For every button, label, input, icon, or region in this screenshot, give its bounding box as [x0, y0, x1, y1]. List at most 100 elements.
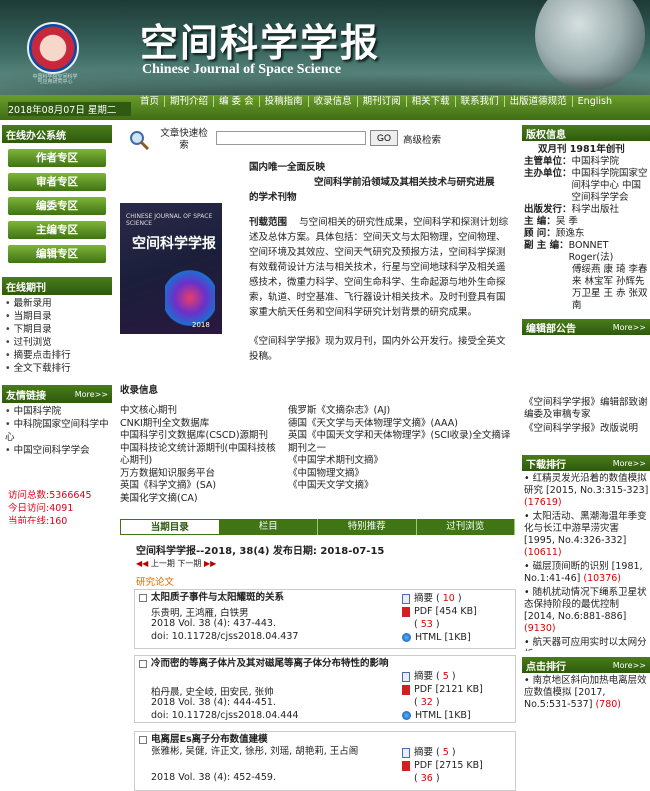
nav-subscribe[interactable]: 期刊订阅 [358, 96, 407, 107]
friend-link[interactable]: 中国科学院 [5, 405, 112, 418]
chief-editor-zone-button[interactable]: 主编专区 [8, 221, 106, 239]
html-link[interactable]: HTML [1KB] [402, 631, 512, 644]
download-item-text[interactable]: 太阳活动、黑潮海温年季变化与长江中游旱涝灾害 [1995, No.4:326-3… [524, 511, 647, 546]
link-past-issues[interactable]: 过刊浏览 [5, 336, 112, 349]
click-ranking-header: 点击排行 More>> [522, 657, 650, 673]
nav-english[interactable]: English [573, 96, 617, 107]
nav-home[interactable]: 首页 [135, 96, 166, 107]
cover-title-cn: 空间科学学报 [132, 236, 216, 252]
journal-logo[interactable] [27, 22, 79, 74]
link-download-ranking[interactable]: 全文下载排行 [5, 362, 112, 375]
total-visits: 访问总数:5366645 [8, 490, 92, 501]
link-current-issue[interactable]: 当期目录 [5, 310, 112, 323]
tab-columns[interactable]: 栏目 [220, 519, 318, 535]
download-item[interactable]: • 随机扰动情况下绳系卫星状态保持阶段的最优控制 [2014, No.6:881… [524, 587, 650, 635]
info-value: 科学出版社 [571, 204, 620, 215]
pdf-link[interactable]: PDF [2715 KB] [402, 759, 512, 772]
friend-link[interactable]: 中科院国家空间科学中心 [5, 418, 112, 444]
article-title[interactable]: 电离层Es离子分布数值建模 [151, 734, 401, 746]
download-item[interactable]: • 航天器可应用实时以太网分析 [524, 637, 650, 651]
html-link[interactable]: HTML [1KB] [402, 709, 512, 722]
download-item-text[interactable]: 随机扰动情况下绳系卫星状态保持阶段的最优控制 [2014, No.6:881-8… [524, 587, 647, 622]
download-item[interactable]: • 磁层顶间断的识别 [1981, No.1:41-46] (10376) [524, 561, 650, 585]
advanced-search-link[interactable]: 高级检索 [403, 132, 441, 146]
nav-indexing[interactable]: 收录信息 [309, 96, 358, 107]
next-issue-link[interactable]: 下一期 [177, 559, 201, 568]
download-item-text[interactable]: 红精灵发光沿着的数值模拟研究 [2015, No.3:315-323] [524, 473, 648, 496]
index-item: 英国《科学文摘》(SA) [120, 480, 217, 491]
scope-paragraph: 刊载范围 与空间相关的研究性成果，空间科学和探测计划综述及总体方案。具体包括：空… [249, 215, 514, 320]
tab-past-issues[interactable]: 过刊浏览 [417, 519, 515, 535]
link-abstract-ranking[interactable]: 摘要点击排行 [5, 349, 112, 362]
pdf-label[interactable]: PDF [2715 KB] [414, 760, 483, 771]
abstract-link[interactable]: 摘要 ( 10 ) [402, 592, 512, 605]
html-label[interactable]: HTML [1KB] [415, 710, 471, 721]
next-arrow-icon[interactable]: ▶▶ [204, 559, 216, 568]
pdf-link[interactable]: PDF [2121 KB] [402, 683, 512, 696]
abstract-link[interactable]: 摘要 ( 5 ) [402, 746, 512, 759]
info-key: 出版发行： [524, 204, 572, 215]
index-item: 德国《天文学与天体物理学文摘》(AAA) [288, 417, 458, 429]
notice-item[interactable]: 《空间科学学报》编辑部致谢编委及审稿专家 [524, 397, 650, 421]
pdf-link[interactable]: PDF [454 KB] [402, 605, 512, 618]
nav-editorial-board[interactable]: 编 委 会 [214, 96, 260, 107]
right-sidebar: 版权信息 双月刊 1981年创刊 主管单位： 中国科学院 主办单位： 中国科学院国家… [522, 125, 650, 713]
link-next-issue[interactable]: 下期目录 [5, 323, 112, 336]
tab-current-issue[interactable]: 当期目录 [120, 519, 220, 535]
click-item[interactable]: • 南京地区斜向加热电离层效应数值模拟 [2017, No.5:531-537]… [524, 675, 650, 711]
prev-issue-link[interactable]: 上一期 [151, 559, 175, 568]
nav-downloads[interactable]: 相关下载 [407, 96, 456, 107]
article-doi[interactable]: doi: 10.11728/cjss2018.04.444 [151, 710, 298, 721]
pdf-label[interactable]: PDF [454 KB] [414, 606, 477, 617]
prev-arrow-icon[interactable]: ◀◀ [136, 559, 148, 568]
today-visits: 今日访问:4091 [8, 503, 74, 514]
tab-featured[interactable]: 特别推荐 [318, 519, 417, 535]
download-ranking-more[interactable]: More>> [613, 459, 646, 468]
search-go-button[interactable]: GO [370, 130, 398, 146]
editor-zone-button[interactable]: 编辑专区 [8, 245, 106, 263]
pdf-count: 32 [420, 697, 433, 708]
current-date: 2018年08月07日 星期二 [8, 102, 131, 116]
document-icon [402, 593, 410, 604]
nav-contact[interactable]: 联系我们 [456, 96, 505, 107]
friend-links-more[interactable]: More>> [75, 390, 108, 399]
download-item[interactable]: • 太阳活动、黑潮海温年季变化与长江中游旱涝灾害 [1995, No.4:326… [524, 511, 650, 559]
friend-link[interactable]: 中国空间科学学会 [5, 444, 112, 457]
abstract-label[interactable]: 摘要 [414, 747, 433, 758]
info-value: BONNET Roger(法) [568, 240, 614, 263]
abstract-label[interactable]: 摘要 [414, 593, 433, 604]
link-latest-accepted[interactable]: 最新录用 [5, 297, 112, 310]
notice-item[interactable]: 《空间科学学报》改版说明 [524, 423, 650, 435]
notice-more[interactable]: More>> [613, 323, 646, 332]
index-item: 俄罗斯《文摘杂志》(AJ) [288, 405, 391, 416]
article-checkbox[interactable] [139, 594, 147, 602]
article-checkbox[interactable] [139, 660, 147, 668]
journal-cover[interactable]: CHINESE JOURNAL OF SPACE SCIENCE 空间科学学报 … [120, 203, 222, 334]
abstract-label[interactable]: 摘要 [414, 671, 433, 682]
click-ranking-more[interactable]: More>> [613, 661, 646, 670]
article-title[interactable]: 太阳质子事件与太阳耀斑的关系 [151, 592, 401, 604]
intro-line1: 国内唯一全面反映 [249, 162, 326, 173]
download-item-text[interactable]: 航天器可应用实时以太网分析 [524, 637, 647, 651]
download-count: (17619) [524, 497, 562, 508]
html-label[interactable]: HTML [1KB] [415, 632, 471, 643]
nav-ethics[interactable]: 出版道德规范 [505, 96, 573, 107]
nav-submission-guide[interactable]: 投稿指南 [260, 96, 309, 107]
editor-board-zone-button[interactable]: 编委专区 [8, 197, 106, 215]
article-checkbox[interactable] [139, 736, 147, 744]
click-item-text[interactable]: 南京地区斜向加热电离层效应数值模拟 [2017, No.5:531-537] [524, 675, 647, 710]
friend-links-header: 友情链接 More>> [2, 385, 112, 403]
reviewer-zone-button[interactable]: 审者专区 [8, 173, 106, 191]
copyright-info: 双月刊 1981年创刊 主管单位： 中国科学院 主办单位： 中国科学院国家空间科学中… [522, 141, 650, 315]
article-ref: 2018 Vol. 38 (4): 437-443. [151, 618, 276, 629]
search-input[interactable] [216, 131, 366, 145]
nav-journal-intro[interactable]: 期刊介绍 [165, 96, 215, 107]
download-item[interactable]: • 红精灵发光沿着的数值模拟研究 [2015, No.3:315-323] (1… [524, 473, 650, 509]
article-doi[interactable]: doi: 10.11728/cjss2018.04.437 [151, 631, 298, 642]
magnifier-icon [130, 131, 150, 151]
article-title[interactable]: 冷而密的等离子体片及其对磁尾等离子体分布特性的影响 [151, 658, 401, 670]
abstract-link[interactable]: 摘要 ( 5 ) [402, 670, 512, 683]
scope-text: 与空间相关的研究性成果，空间科学和探测计划综述及总体方案。具体包括：空间天文与太… [249, 217, 509, 318]
pdf-label[interactable]: PDF [2121 KB] [414, 684, 483, 695]
author-zone-button[interactable]: 作者专区 [8, 149, 106, 167]
